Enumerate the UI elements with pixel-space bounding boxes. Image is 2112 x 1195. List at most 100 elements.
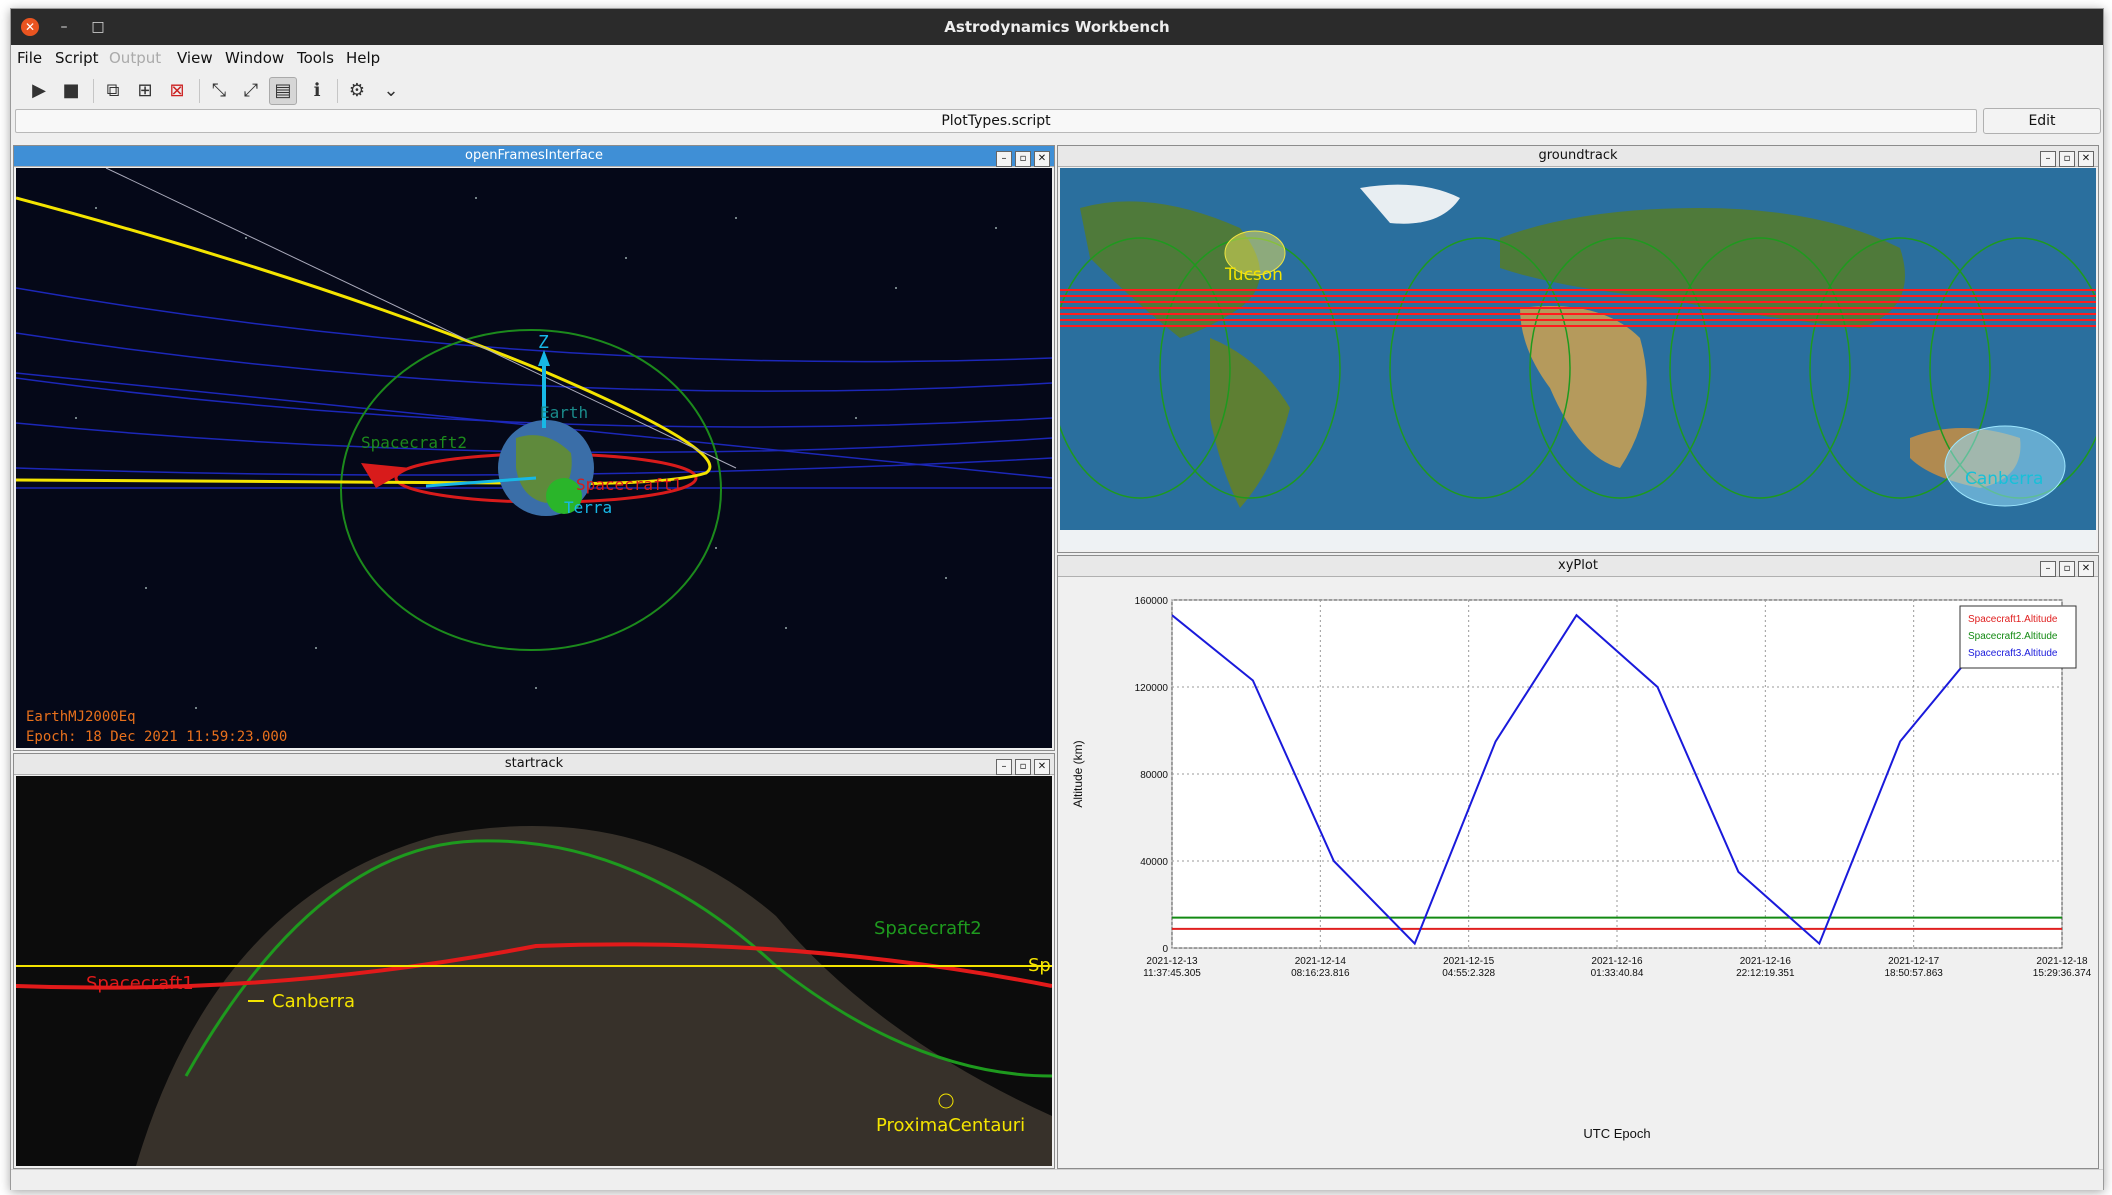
cascade-windows-icon[interactable]: ⧉ (99, 77, 127, 105)
canberra-coverage (1944, 425, 2066, 507)
title-bar: ✕ – □ Astrodynamics Workbench (11, 9, 2103, 45)
x-tick-date: 2021-12-16 (1591, 956, 1643, 967)
tucson-label: Tucson (1224, 265, 1283, 285)
y-tick-label: 80000 (1140, 770, 1168, 781)
toolbar-separator (93, 79, 94, 103)
menu-help[interactable]: Help (346, 49, 380, 67)
minimize-icon[interactable]: – (2040, 151, 2056, 167)
sp-label: Sp (1028, 955, 1051, 976)
close-all-windows-icon[interactable]: ⊠ (163, 77, 191, 105)
epoch-label: Epoch: 18 Dec 2021 11:59:23.000 (26, 729, 287, 745)
panel-window-buttons: – ▫ ✕ (2037, 148, 2094, 167)
run-icon[interactable]: ▶ (25, 77, 53, 105)
x-tick-date: 2021-12-14 (1295, 956, 1347, 967)
proxima-centauri-label: ProximaCentauri (876, 1115, 1025, 1136)
settings-gear-icon[interactable]: ⚙ (343, 77, 371, 105)
panel-groundtrack: groundtrack – ▫ ✕ Tucson Canberra (1057, 145, 2099, 553)
script-view-icon[interactable]: ▤ (269, 77, 297, 105)
menu-output[interactable]: Output (109, 49, 161, 67)
panel-title-text: xyPlot (1558, 558, 1598, 573)
minimize-icon[interactable]: – (996, 759, 1012, 775)
y-tick-label: 40000 (1140, 857, 1168, 868)
openframes-3d-view[interactable]: Z Earth Spacecraft2 Spacecraft1 Terra Ea… (16, 168, 1052, 748)
panel-openframes: openFramesInterface – ▫ ✕ Z Earth Spacec… (13, 145, 1055, 751)
spacecraft1-label: Spacecraft1 (576, 475, 682, 494)
close-icon[interactable]: ✕ (2078, 561, 2094, 577)
xyplot-area[interactable]: 0 40000 80000 120000 160000 2021-12-13 11:37:4… (1060, 578, 2096, 1166)
restore-icon[interactable]: ▫ (1015, 151, 1031, 167)
canberra-label: Canberra (1965, 469, 2043, 489)
panel-window-buttons: – ▫ ✕ (2037, 558, 2094, 577)
close-icon[interactable]: ✕ (1034, 759, 1050, 775)
status-bar (11, 1169, 2103, 1190)
y-tick-label: 0 (1162, 944, 1168, 955)
info-icon[interactable]: ℹ (303, 77, 331, 105)
spacecraft2-label: Spacecraft2 (361, 433, 467, 452)
panel-title-text: startrack (504, 756, 564, 771)
panel-title-text: openFramesInterface (465, 148, 603, 163)
menu-window[interactable]: Window (225, 49, 284, 67)
coordinate-system-label: EarthMJ2000Eq (26, 709, 136, 725)
collapse-icon[interactable]: ⤡ (205, 77, 233, 105)
panel-title-text: groundtrack (1538, 148, 1618, 163)
close-icon[interactable]: ✕ (2078, 151, 2094, 167)
y-tick-label: 160000 (1135, 596, 1169, 607)
x-tick-date: 2021-12-15 (1443, 956, 1495, 967)
edit-button[interactable]: Edit (1983, 108, 2101, 134)
restore-icon[interactable]: ▫ (2059, 151, 2075, 167)
tile-windows-icon[interactable]: ⊞ (131, 77, 159, 105)
stop-icon[interactable]: ■ (57, 77, 85, 105)
canberra-label: Canberra (272, 991, 355, 1012)
y-tick-label: 120000 (1135, 683, 1169, 694)
panel-title: groundtrack – ▫ ✕ (1058, 146, 2098, 167)
x-tick-time: 15:29:36.374 (2033, 968, 2092, 979)
menu-view[interactable]: View (177, 49, 213, 67)
legend-entry: Spacecraft3.Altitude (1968, 648, 2058, 659)
expand-icon[interactable]: ⤢ (237, 77, 265, 105)
toolbar-separator (337, 79, 338, 103)
terra-label: Terra (564, 498, 612, 517)
y-axis-label: Altitude (km) (1071, 740, 1085, 807)
earth-label: Earth (540, 403, 588, 422)
script-file-field[interactable]: PlotTypes.script (15, 109, 1977, 133)
x-axis-label: UTC Epoch (1583, 1126, 1650, 1141)
restore-icon[interactable]: ▫ (2059, 561, 2075, 577)
startrack-scene: Spacecraft1 Spacecraft2 Sp Canberra Prox… (16, 776, 1052, 1166)
toolbar-separator (199, 79, 200, 103)
panel-window-buttons: – ▫ ✕ (993, 756, 1050, 775)
window-title: Astrodynamics Workbench (944, 18, 1170, 36)
startrack-view[interactable]: Spacecraft1 Spacecraft2 Sp Canberra Prox… (16, 776, 1052, 1166)
panel-title: xyPlot – ▫ ✕ (1058, 556, 2098, 577)
x-tick-time: 11:37:45.305 (1143, 968, 1201, 979)
toolbar: ▶ ■ ⧉ ⊞ ⊠ ⤡ ⤢ ▤ ℹ ⚙ ⌄ (11, 71, 2103, 111)
spacecraft2-label: Spacecraft2 (874, 918, 982, 939)
dropdown-circle-icon[interactable]: ⌄ (377, 77, 405, 105)
x-tick-date: 2021-12-18 (2036, 956, 2088, 967)
menu-tools[interactable]: Tools (297, 49, 334, 67)
legend-entry: Spacecraft1.Altitude (1968, 614, 2058, 625)
x-tick-time: 08:16:23.816 (1291, 968, 1350, 979)
groundtrack-map[interactable]: Tucson Canberra (1060, 168, 2096, 550)
menu-file[interactable]: File (17, 49, 42, 67)
close-icon[interactable]: ✕ (1034, 151, 1050, 167)
panel-title: startrack – ▫ ✕ (14, 754, 1054, 775)
restore-icon[interactable]: ▫ (1015, 759, 1031, 775)
menu-bar: File Script Output View Window Tools Hel… (11, 45, 2103, 69)
panel-window-buttons: – ▫ ✕ (993, 148, 1050, 167)
app-window: ✕ – □ Astrodynamics Workbench File Scrip… (10, 8, 2104, 1190)
spacecraft1-groundtrack (1060, 289, 2096, 327)
z-axis-label: Z (538, 332, 549, 353)
minimize-icon[interactable]: – (996, 151, 1012, 167)
x-tick-date: 2021-12-16 (1740, 956, 1792, 967)
x-tick-date: 2021-12-17 (1888, 956, 1940, 967)
x-tick-time: 18:50:57.863 (1884, 968, 1943, 979)
groundtrack-scene: Tucson Canberra (1060, 168, 2096, 550)
panel-xyplot: xyPlot – ▫ ✕ 0 40000 80000 120000 160000 2021-1… (1057, 555, 2099, 1169)
panel-title: openFramesInterface – ▫ ✕ (14, 146, 1054, 167)
minimize-icon[interactable]: – (2040, 561, 2056, 577)
x-tick-time: 04:55:2.328 (1442, 968, 1495, 979)
spacecraft1-label: Spacecraft1 (86, 973, 194, 994)
menu-script[interactable]: Script (55, 49, 99, 67)
legend-entry: Spacecraft2.Altitude (1968, 631, 2058, 642)
altitude-chart: 0 40000 80000 120000 160000 2021-12-1311:37:4… (1060, 578, 2096, 1166)
